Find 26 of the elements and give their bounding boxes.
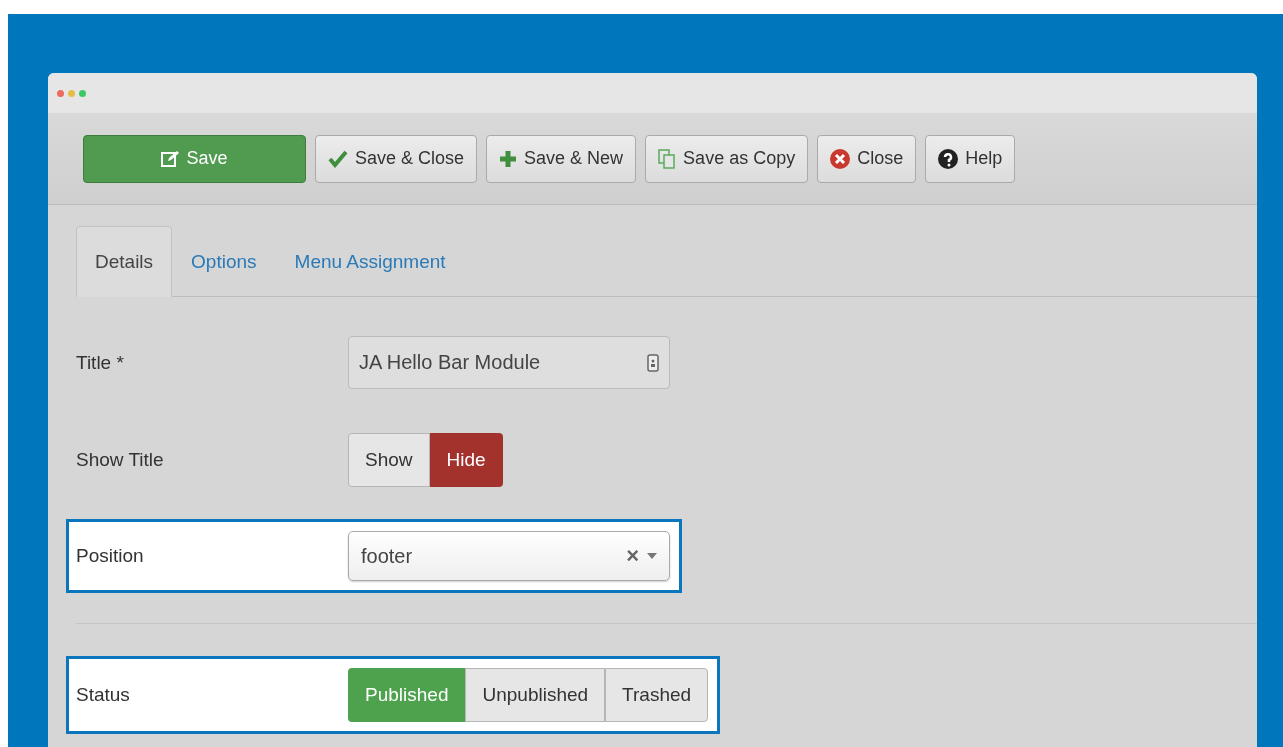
- cancel-icon: [830, 148, 851, 169]
- toolbar-button[interactable]: Save as Copy: [645, 134, 809, 183]
- field-label: Show Title: [76, 449, 165, 471]
- tab[interactable]: Details: [76, 226, 173, 297]
- check-icon: [328, 149, 348, 168]
- toggle-option[interactable]: Trashed: [605, 668, 709, 722]
- toggle-option[interactable]: Hide: [429, 433, 503, 487]
- dropdown-caret-icon: [647, 553, 657, 559]
- field-label: Status: [76, 684, 131, 706]
- toolbar-button[interactable]: Save & New: [486, 134, 637, 183]
- clear-button[interactable]: ×: [626, 543, 639, 569]
- toolbar-button[interactable]: Close: [817, 134, 917, 183]
- field-label: Title *: [76, 351, 125, 374]
- position-select[interactable]: footer ×: [348, 531, 670, 581]
- toolbar-button[interactable]: Help: [925, 134, 1016, 183]
- edit-icon: [161, 149, 180, 168]
- toggle-option[interactable]: Unpublished: [465, 668, 606, 722]
- select-value: footer: [361, 544, 414, 568]
- field-label: Position: [76, 545, 145, 567]
- toolbar-button[interactable]: Save & Close: [315, 134, 478, 183]
- field-value: JA Hello Bar Module: [359, 351, 541, 374]
- plus-icon: [499, 149, 518, 168]
- title-field[interactable]: JA Hello Bar Module: [348, 336, 670, 389]
- copy-icon: [658, 148, 677, 169]
- toggle-option[interactable]: Show: [348, 433, 430, 487]
- help-icon: [938, 148, 959, 169]
